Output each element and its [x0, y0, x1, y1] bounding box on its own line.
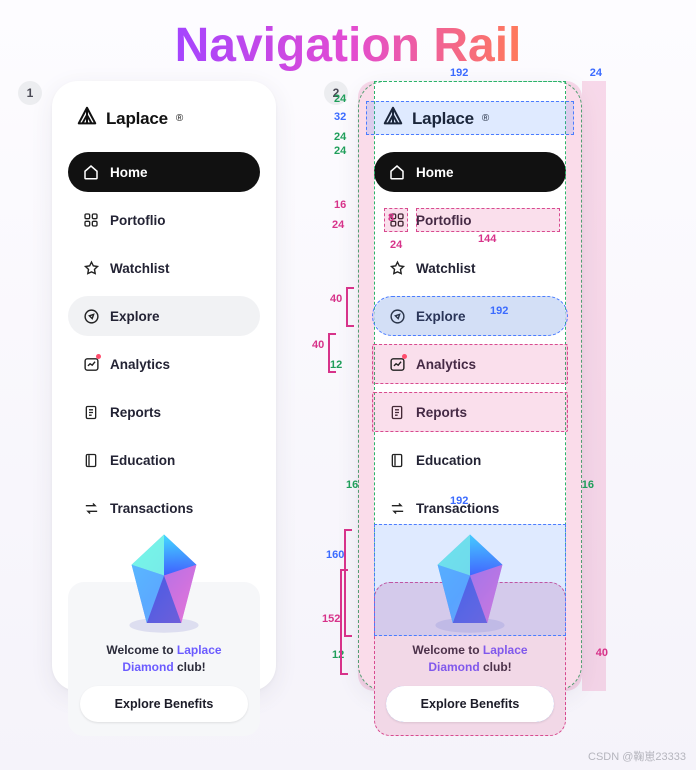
brand-name: Laplace [412, 109, 474, 129]
nav-label: Home [416, 165, 454, 180]
chart-icon [388, 355, 406, 373]
nav-rail-annotated: Laplace ® Home Portoflio Watchlist Explo… [358, 81, 582, 691]
grid-icon [388, 211, 406, 229]
spec-label: 12 [330, 359, 342, 371]
page-title: Navigation Rail [0, 0, 696, 81]
nav-label: Portoflio [416, 213, 472, 228]
nav-explore[interactable]: Explore [374, 296, 566, 336]
badge-2: 2 [324, 81, 348, 105]
spec-label: 16 [582, 479, 594, 491]
nav-label: Home [110, 165, 148, 180]
nav-education[interactable]: Education [374, 440, 566, 480]
chart-icon [82, 355, 100, 373]
spec-label: 24 [334, 131, 346, 143]
badge-1: 1 [18, 81, 42, 105]
nav-analytics[interactable]: Analytics [68, 344, 260, 384]
nav-rail: Laplace ® Home Portoflio Watchlist [52, 81, 276, 691]
home-icon [388, 163, 406, 181]
nav-portfolio[interactable]: Portoflio [68, 200, 260, 240]
spec-label: 16 [334, 199, 346, 211]
nav-label: Analytics [416, 357, 476, 372]
nav-transactions[interactable]: Transactions [68, 488, 260, 528]
spec-label: 40 [596, 647, 608, 659]
panel-2: 2 Laplace ® Home [324, 81, 582, 725]
compass-icon [388, 307, 406, 325]
compass-icon [82, 307, 100, 325]
nav-explore[interactable]: Explore [68, 296, 260, 336]
panel-1: 1 Laplace ® Home Portoflio [18, 81, 276, 691]
book-icon [388, 451, 406, 469]
brand-name: Laplace [106, 109, 168, 129]
nav-reports[interactable]: Reports [374, 392, 566, 432]
nav-transactions[interactable]: Transactions [374, 488, 566, 528]
star-icon [82, 259, 100, 277]
star-icon [388, 259, 406, 277]
promo-cta-button[interactable]: Explore Benefits [386, 686, 554, 722]
nav-list: Home Portoflio Watchlist Explore Analyti… [374, 152, 566, 528]
home-icon [82, 163, 100, 181]
brand-row: Laplace ® [68, 105, 260, 152]
nav-label: Education [416, 453, 481, 468]
nav-education[interactable]: Education [68, 440, 260, 480]
spec-label: 16 [346, 479, 358, 491]
nav-label: Explore [416, 309, 466, 324]
watermark: CSDN @鞠崽23333 [588, 748, 686, 764]
brand-row: Laplace ® [374, 105, 566, 152]
nav-label: Transactions [110, 501, 193, 516]
document-icon [388, 403, 406, 421]
nav-label: Education [110, 453, 175, 468]
promo-cta-button[interactable]: Explore Benefits [80, 686, 248, 722]
diamond-illustration [68, 528, 260, 636]
nav-label: Explore [110, 309, 160, 324]
nav-label: Watchlist [416, 261, 476, 276]
spec-label: 32 [334, 111, 346, 123]
spec-label: 40 [312, 339, 324, 351]
swap-icon [82, 499, 100, 517]
swap-icon [388, 499, 406, 517]
nav-label: Analytics [110, 357, 170, 372]
logo-icon [76, 105, 98, 132]
spec-label: 40 [330, 293, 342, 305]
promo-text: Welcome to LaplaceDiamond club! [386, 636, 554, 686]
spec-label: 160 [326, 549, 344, 561]
nav-home[interactable]: Home [374, 152, 566, 192]
brand-mark: ® [482, 113, 489, 124]
nav-label: Reports [110, 405, 161, 420]
diamond-illustration [374, 528, 566, 636]
nav-reports[interactable]: Reports [68, 392, 260, 432]
spec-label: 152 [322, 613, 340, 625]
nav-watchlist[interactable]: Watchlist [374, 248, 566, 288]
nav-watchlist[interactable]: Watchlist [68, 248, 260, 288]
nav-label: Transactions [416, 501, 499, 516]
book-icon [82, 451, 100, 469]
nav-list: Home Portoflio Watchlist Explore Analyti… [68, 152, 260, 528]
nav-analytics[interactable]: Analytics [374, 344, 566, 384]
nav-label: Watchlist [110, 261, 170, 276]
grid-icon [82, 211, 100, 229]
nav-label: Reports [416, 405, 467, 420]
nav-portfolio[interactable]: Portoflio [374, 200, 566, 240]
promo-text: Welcome to Laplace Diamond club! [80, 636, 248, 686]
spec-label: 12 [332, 649, 344, 661]
brand-mark: ® [176, 113, 183, 124]
spec-label: 24 [334, 145, 346, 157]
nav-label: Portoflio [110, 213, 166, 228]
logo-icon [382, 105, 404, 132]
spec-label: 24 [332, 219, 344, 231]
document-icon [82, 403, 100, 421]
nav-home[interactable]: Home [68, 152, 260, 192]
